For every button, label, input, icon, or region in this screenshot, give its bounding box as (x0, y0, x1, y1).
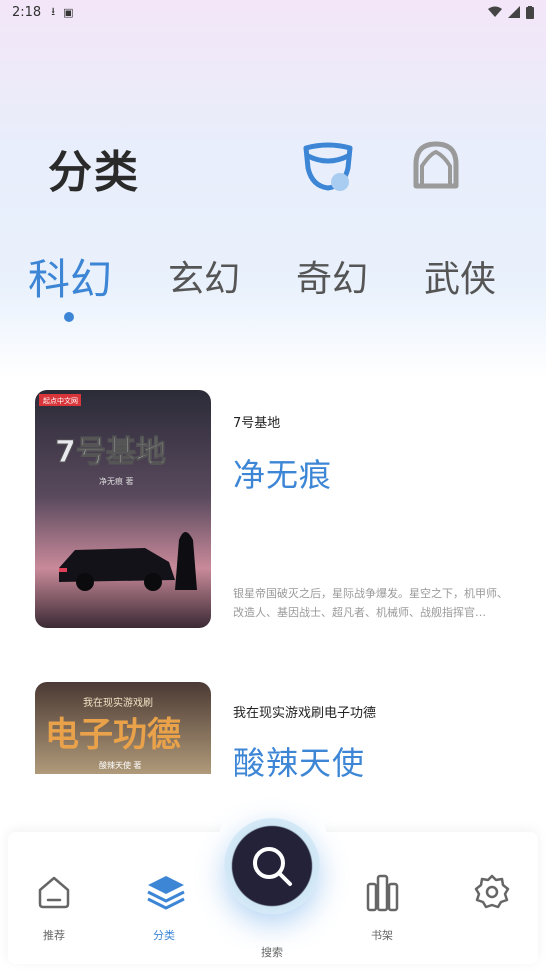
home-icon (38, 876, 70, 909)
nav-item-settings[interactable] (452, 832, 532, 964)
search-button[interactable] (224, 818, 320, 914)
signal-icon (508, 6, 520, 18)
book-description: 银星帝国破灭之后，星际战争爆发。星空之下，机甲师、改造人、基因战士、超凡者、机械… (233, 587, 508, 619)
mask-icon[interactable] (300, 140, 356, 196)
book-cover[interactable]: 我在现实游戏刷 电子功德 酸辣天使 著 (35, 682, 211, 774)
book-name: 我在现实游戏刷电子功德 (233, 706, 377, 721)
nav-item-recommend[interactable]: 推荐 (14, 832, 94, 964)
search-label: 搜索 (261, 946, 283, 959)
status-bar: 2:18 ⭳ ▣ (0, 0, 546, 24)
tab-xuanhuan[interactable]: 玄幻 (168, 250, 240, 302)
layers-icon (147, 876, 185, 910)
category-tabs: 科幻 玄幻 奇幻 武侠 (0, 250, 546, 330)
cover-subtitle: 我在现实游戏刷 (83, 696, 153, 709)
nav-item-bookshelf[interactable]: 书架 (342, 832, 422, 964)
cover-publisher: 起点中文网 (43, 396, 78, 405)
cover-byline: 酸辣天使 著 (99, 760, 142, 770)
tab-fantasy[interactable]: 奇幻 (296, 250, 368, 302)
search-icon (253, 847, 292, 886)
tab-wuxia[interactable]: 武侠 (424, 250, 496, 302)
a-icon: ▣ (63, 5, 74, 19)
cover-title: 电子功德 (45, 715, 181, 755)
book-author: 净无痕 (233, 456, 333, 494)
face-icon[interactable] (408, 140, 464, 196)
status-time: 2:18 (12, 4, 42, 20)
battery-icon (526, 5, 534, 19)
gear-icon (474, 874, 510, 909)
cover-title: 7号基地 (55, 435, 166, 470)
bookshelf-icon (366, 874, 399, 912)
cover-author: 净无痕 著 (99, 476, 134, 486)
download-icon: ⭳ (51, 4, 56, 18)
active-tab-indicator (64, 312, 74, 322)
nav-item-category[interactable]: 分类 (124, 832, 204, 964)
book-cover[interactable]: 起点中文网 7号基地 净无痕 著 (35, 390, 211, 628)
book-author: 酸辣天使 (233, 744, 366, 782)
book-name: 7号基地 (233, 416, 281, 431)
wifi-icon (488, 6, 502, 17)
nav-label: 书架 (371, 929, 393, 942)
tab-scifi[interactable]: 科幻 (28, 246, 112, 307)
nav-label: 推荐 (43, 929, 65, 942)
nav-label: 分类 (153, 929, 175, 942)
page-title: 分类 (48, 147, 140, 198)
